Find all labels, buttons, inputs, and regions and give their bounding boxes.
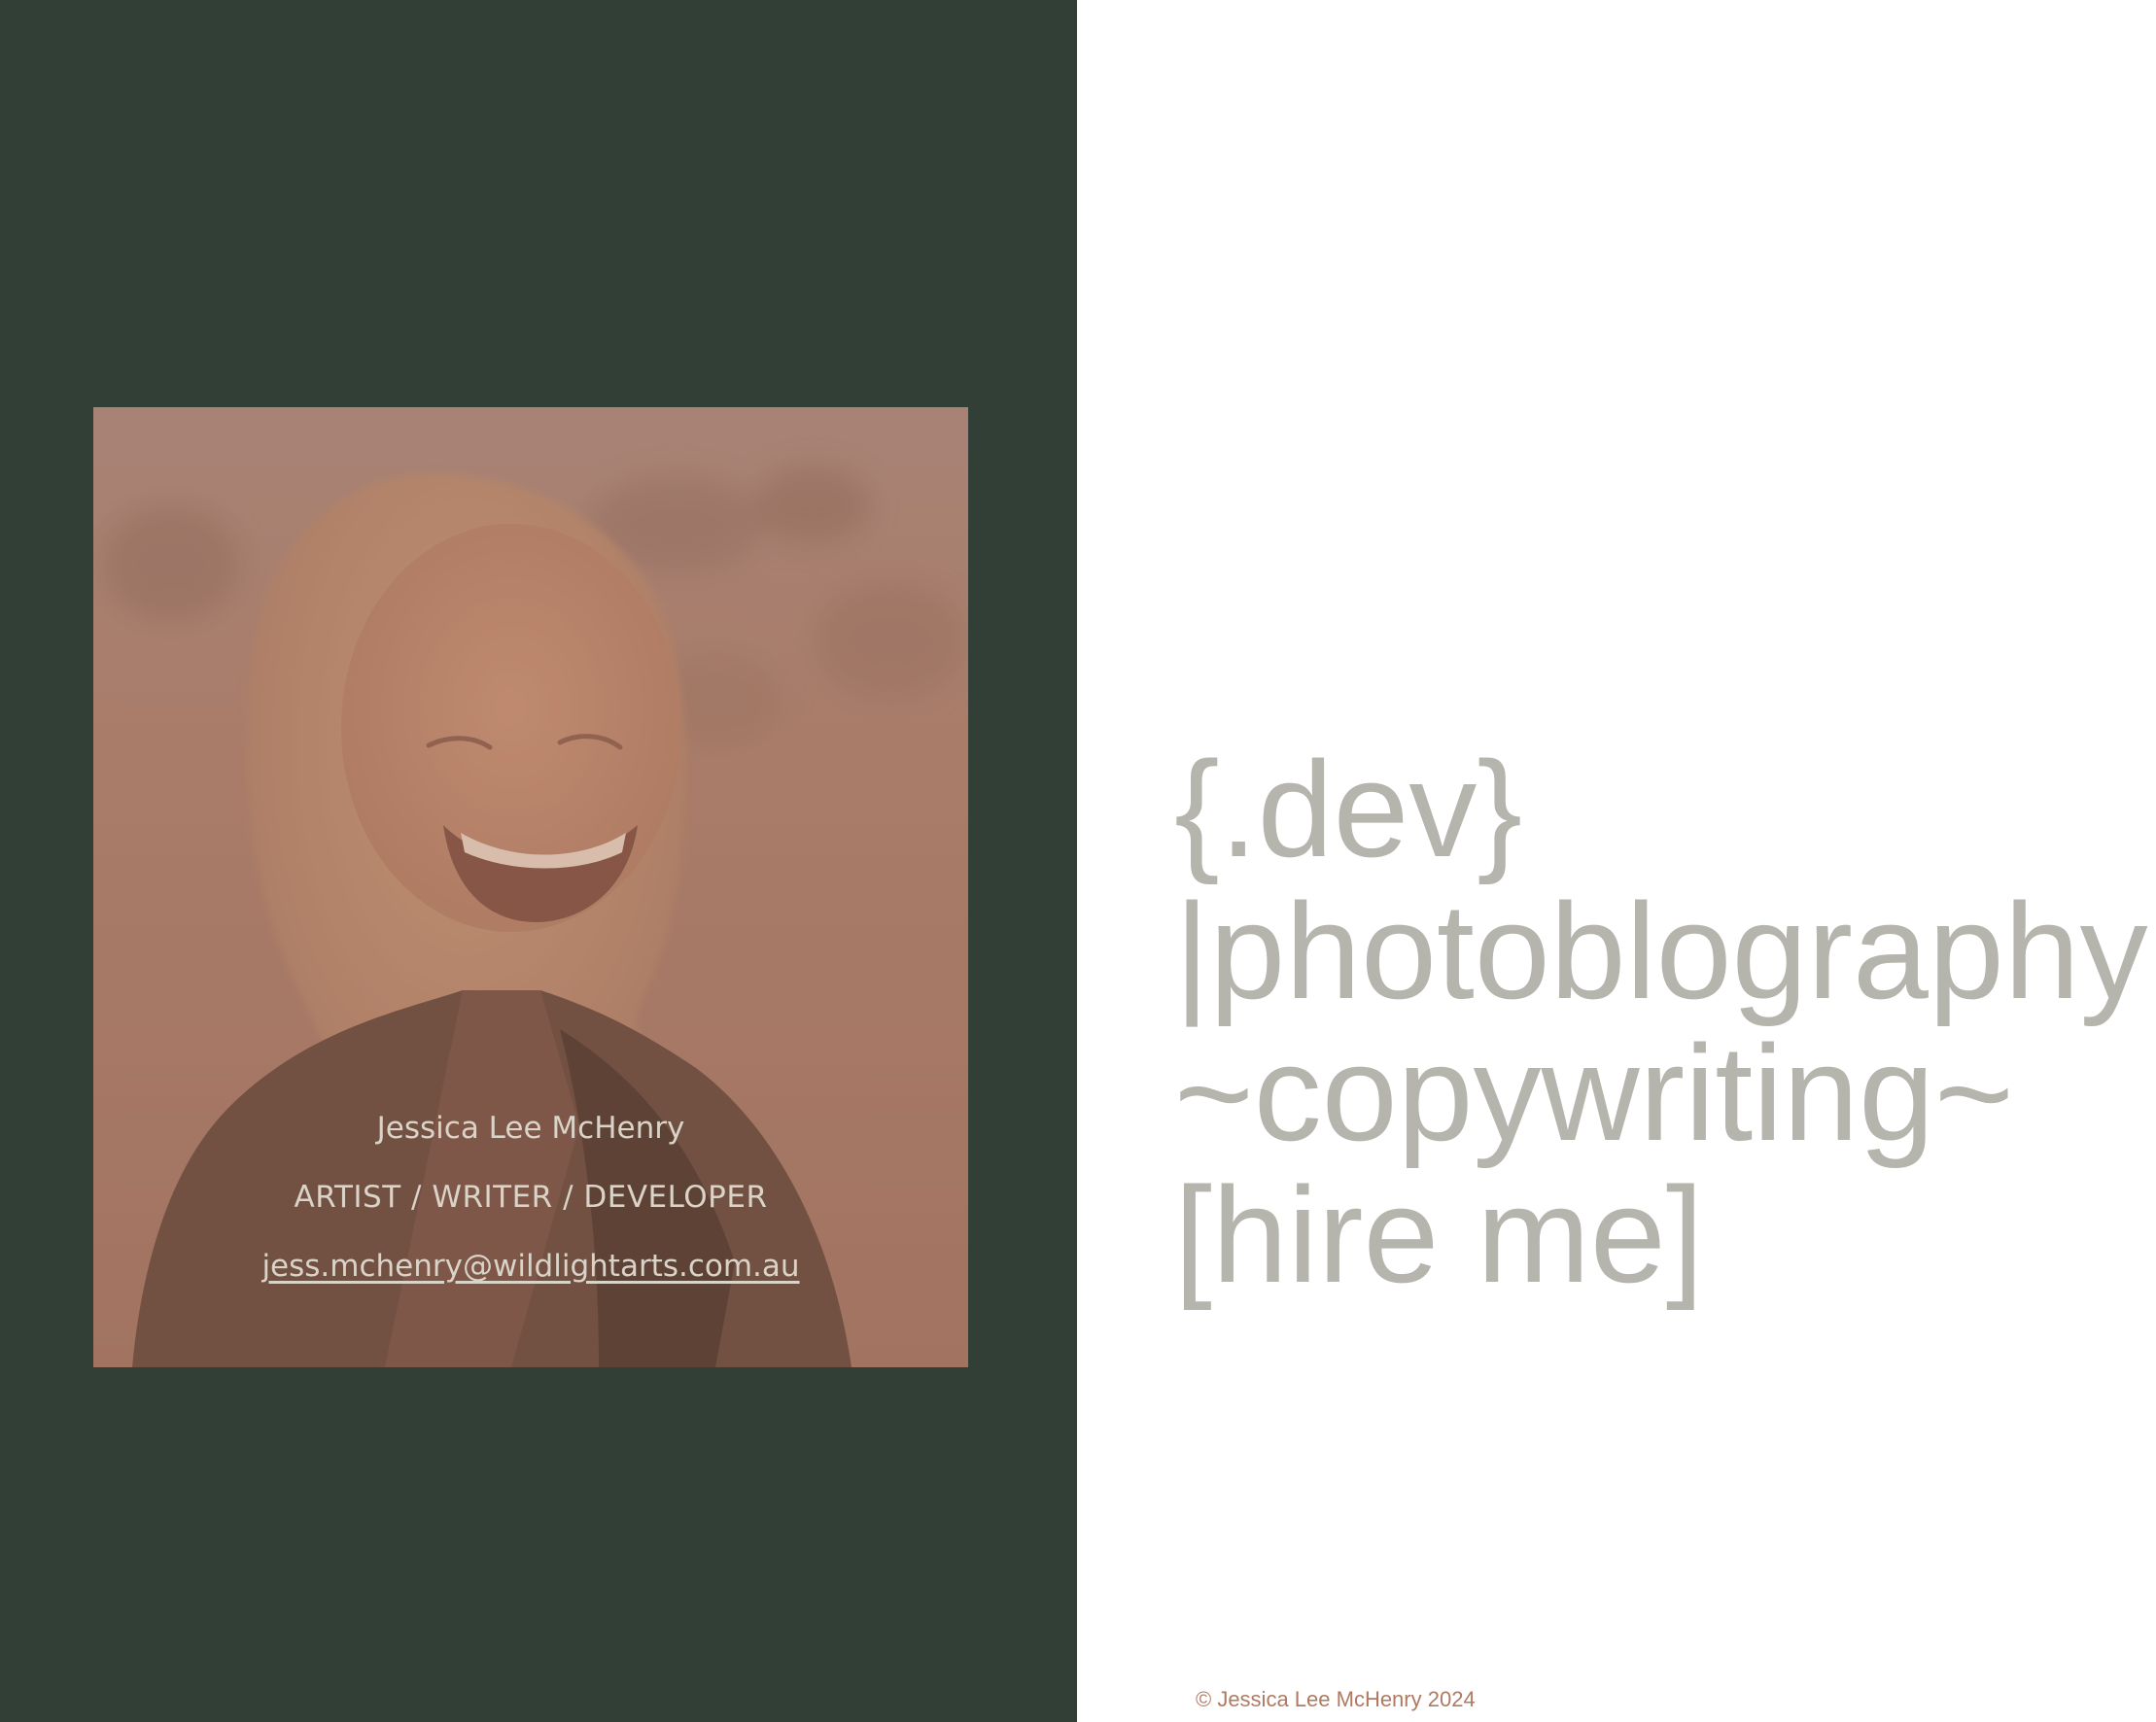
right-panel: {.dev} |photoblography| ~copywriting~ [h… bbox=[1077, 0, 2156, 1722]
hire-me-link[interactable]: [hire me] bbox=[1174, 1164, 2156, 1306]
left-panel: Jessica Lee McHenry ARTIST / WRITER / DE… bbox=[0, 0, 1077, 1722]
profile-name: Jessica Lee McHenry bbox=[376, 1111, 685, 1146]
service-copywriting-link[interactable]: ~copywriting~ bbox=[1174, 1022, 2156, 1164]
page: Jessica Lee McHenry ARTIST / WRITER / DE… bbox=[0, 0, 2156, 1722]
service-dev-link[interactable]: {.dev} bbox=[1174, 739, 2156, 880]
email-link[interactable]: jess.mchenry@wildlightarts.com.au bbox=[261, 1245, 799, 1288]
profile-text: Jessica Lee McHenry ARTIST / WRITER / DE… bbox=[93, 1107, 968, 1288]
service-photoblography-link[interactable]: |photoblography| bbox=[1174, 880, 2156, 1022]
profile-roles: ARTIST / WRITER / DEVELOPER bbox=[294, 1180, 768, 1215]
services-nav: {.dev} |photoblography| ~copywriting~ [h… bbox=[1174, 739, 2156, 1306]
portrait-card: Jessica Lee McHenry ARTIST / WRITER / DE… bbox=[93, 407, 968, 1367]
footer-copyright: © Jessica Lee McHenry 2024 bbox=[1196, 1687, 1476, 1711]
